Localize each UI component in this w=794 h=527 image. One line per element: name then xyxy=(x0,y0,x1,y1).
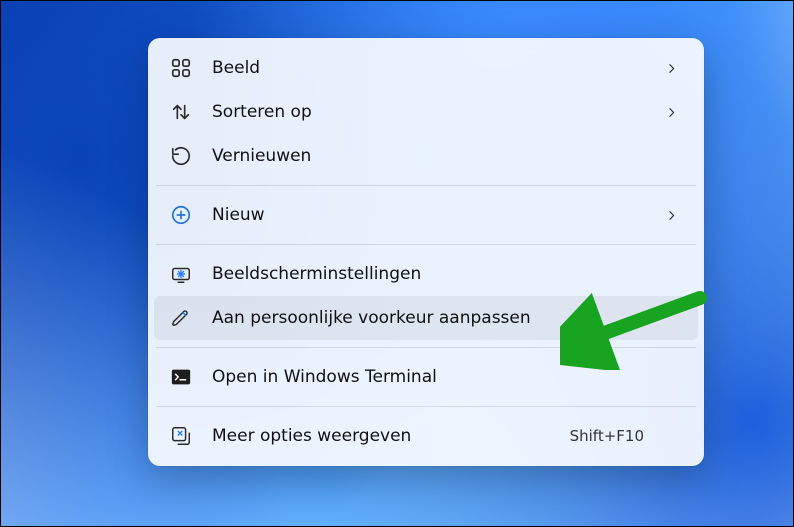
menu-separator xyxy=(156,185,696,186)
menu-item-display[interactable]: Beeldscherminstellingen xyxy=(154,252,698,296)
menu-item-label: Nieuw xyxy=(212,205,644,225)
menu-item-view[interactable]: Beeld xyxy=(154,46,698,90)
menu-separator xyxy=(156,244,696,245)
menu-item-more[interactable]: Meer opties weergeven Shift+F10 xyxy=(154,414,698,458)
menu-item-label: Vernieuwen xyxy=(212,146,644,166)
menu-separator xyxy=(156,406,696,407)
grid-icon xyxy=(168,55,194,81)
chevron-right-icon xyxy=(662,209,678,222)
menu-item-personal[interactable]: Aan persoonlijke voorkeur aanpassen xyxy=(154,296,698,340)
menu-item-terminal[interactable]: Open in Windows Terminal xyxy=(154,355,698,399)
terminal-icon xyxy=(168,364,194,390)
menu-item-label: Open in Windows Terminal xyxy=(212,367,644,387)
menu-item-shortcut: Shift+F10 xyxy=(570,427,644,445)
sort-icon xyxy=(168,99,194,125)
menu-item-label: Sorteren op xyxy=(212,102,644,122)
more-options-icon xyxy=(168,423,194,449)
menu-item-label: Beeld xyxy=(212,58,644,78)
chevron-right-icon xyxy=(662,62,678,75)
menu-item-new[interactable]: Nieuw xyxy=(154,193,698,237)
refresh-icon xyxy=(168,143,194,169)
menu-item-refresh[interactable]: Vernieuwen xyxy=(154,134,698,178)
menu-item-label: Aan persoonlijke voorkeur aanpassen xyxy=(212,308,644,328)
personalize-icon xyxy=(168,305,194,331)
display-settings-icon xyxy=(168,261,194,287)
chevron-right-icon xyxy=(662,106,678,119)
menu-separator xyxy=(156,347,696,348)
menu-item-label: Beeldscherminstellingen xyxy=(212,264,644,284)
new-icon xyxy=(168,202,194,228)
desktop-context-menu: Beeld Sorteren op Vernieuwen Nieuw Bee xyxy=(148,38,704,466)
menu-item-sort[interactable]: Sorteren op xyxy=(154,90,698,134)
menu-item-label: Meer opties weergeven xyxy=(212,426,552,446)
